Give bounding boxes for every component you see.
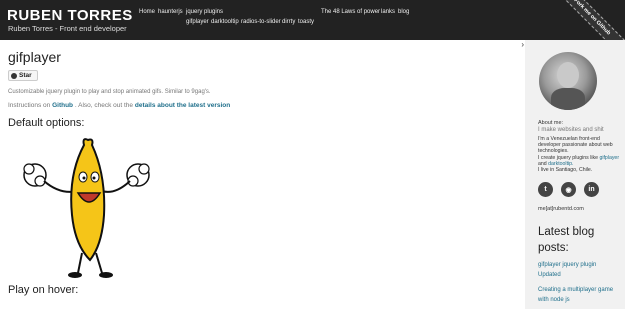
about-and: and — [538, 160, 547, 167]
star-label: Star — [19, 72, 32, 79]
blog-post-link[interactable]: Creating a multiplayer game with node js — [538, 285, 618, 305]
top-nav: Home haunterjs jquery plugins The 48 Law… — [0, 9, 625, 39]
nav-lanks[interactable]: lanks — [381, 9, 395, 15]
instructions-line: Instructions on Github . Also, check out… — [8, 102, 230, 109]
about-label: About me: — [538, 120, 564, 126]
linkedin-icon[interactable]: in — [584, 182, 599, 197]
site-header: RUBEN TORRES Ruben Torres - Front end de… — [0, 0, 625, 54]
about-line1: I'm a Venezuelan front-end developer pas… — [538, 136, 613, 155]
about-line2-prefix: I create jquery plugins like — [538, 154, 598, 161]
social-links: t ◉ in — [538, 182, 599, 197]
nav-radios-to-slider[interactable]: radios-to-slider — [241, 19, 281, 25]
section-heading-default: Default options: — [8, 117, 85, 129]
page-title: gifplayer — [8, 49, 61, 65]
section-heading-hover: Play on hover: — [8, 284, 79, 296]
about-body: I'm a Venezuelan front-end developer pas… — [538, 136, 623, 173]
sidebar: About me: I make websites and shit I'm a… — [525, 40, 625, 309]
nav-haunterjs[interactable]: haunterjs — [158, 9, 183, 15]
instructions-prefix: Instructions on — [8, 102, 51, 109]
about-tagline: I make websites and shit — [538, 127, 604, 133]
email-text: me[at]rubentd.com — [538, 206, 584, 212]
gifplayer-link[interactable]: gifplayer — [599, 155, 619, 161]
plugin-description: Customizable jquery plugin to play and s… — [8, 89, 211, 95]
main-content: gifplayer Star Customizable jquery plugi… — [0, 40, 525, 309]
darktooltip-link[interactable]: darktooltip. — [548, 161, 573, 167]
github-star-button[interactable]: Star — [8, 70, 38, 81]
nav-jquery-plugins[interactable]: jquery plugins — [186, 9, 223, 15]
nav-48-laws[interactable]: The 48 Laws of power — [321, 9, 380, 15]
nav-blog[interactable]: blog — [398, 9, 409, 15]
github-icon[interactable]: ◉ — [561, 182, 576, 197]
github-link[interactable]: Github — [52, 102, 73, 109]
nav-dirrty[interactable]: dirrty — [282, 19, 295, 25]
instructions-middle: . Also, check out the — [74, 102, 134, 109]
about-line2: I create jquery plugins like gifplayer a… — [538, 155, 623, 167]
blog-post-link[interactable]: gifplayer jquery plugin Updated — [538, 260, 618, 280]
github-icon — [11, 72, 17, 79]
banana-gif-image[interactable] — [20, 135, 155, 280]
avatar — [539, 52, 597, 110]
nav-darktooltip[interactable]: darktooltip — [211, 19, 239, 25]
latest-blog-heading: Latest blog posts: — [538, 226, 595, 254]
nav-gifplayer[interactable]: gifplayer — [186, 19, 209, 25]
latest-version-link[interactable]: details about the latest version — [135, 102, 230, 109]
nav-toasty[interactable]: toasty — [298, 19, 314, 25]
about-line3: I live in Santiago, Chile. — [538, 167, 593, 174]
nav-home[interactable]: Home — [139, 9, 155, 15]
chevron-right-icon[interactable]: › — [521, 40, 524, 49]
twitter-icon[interactable]: t — [538, 182, 553, 197]
